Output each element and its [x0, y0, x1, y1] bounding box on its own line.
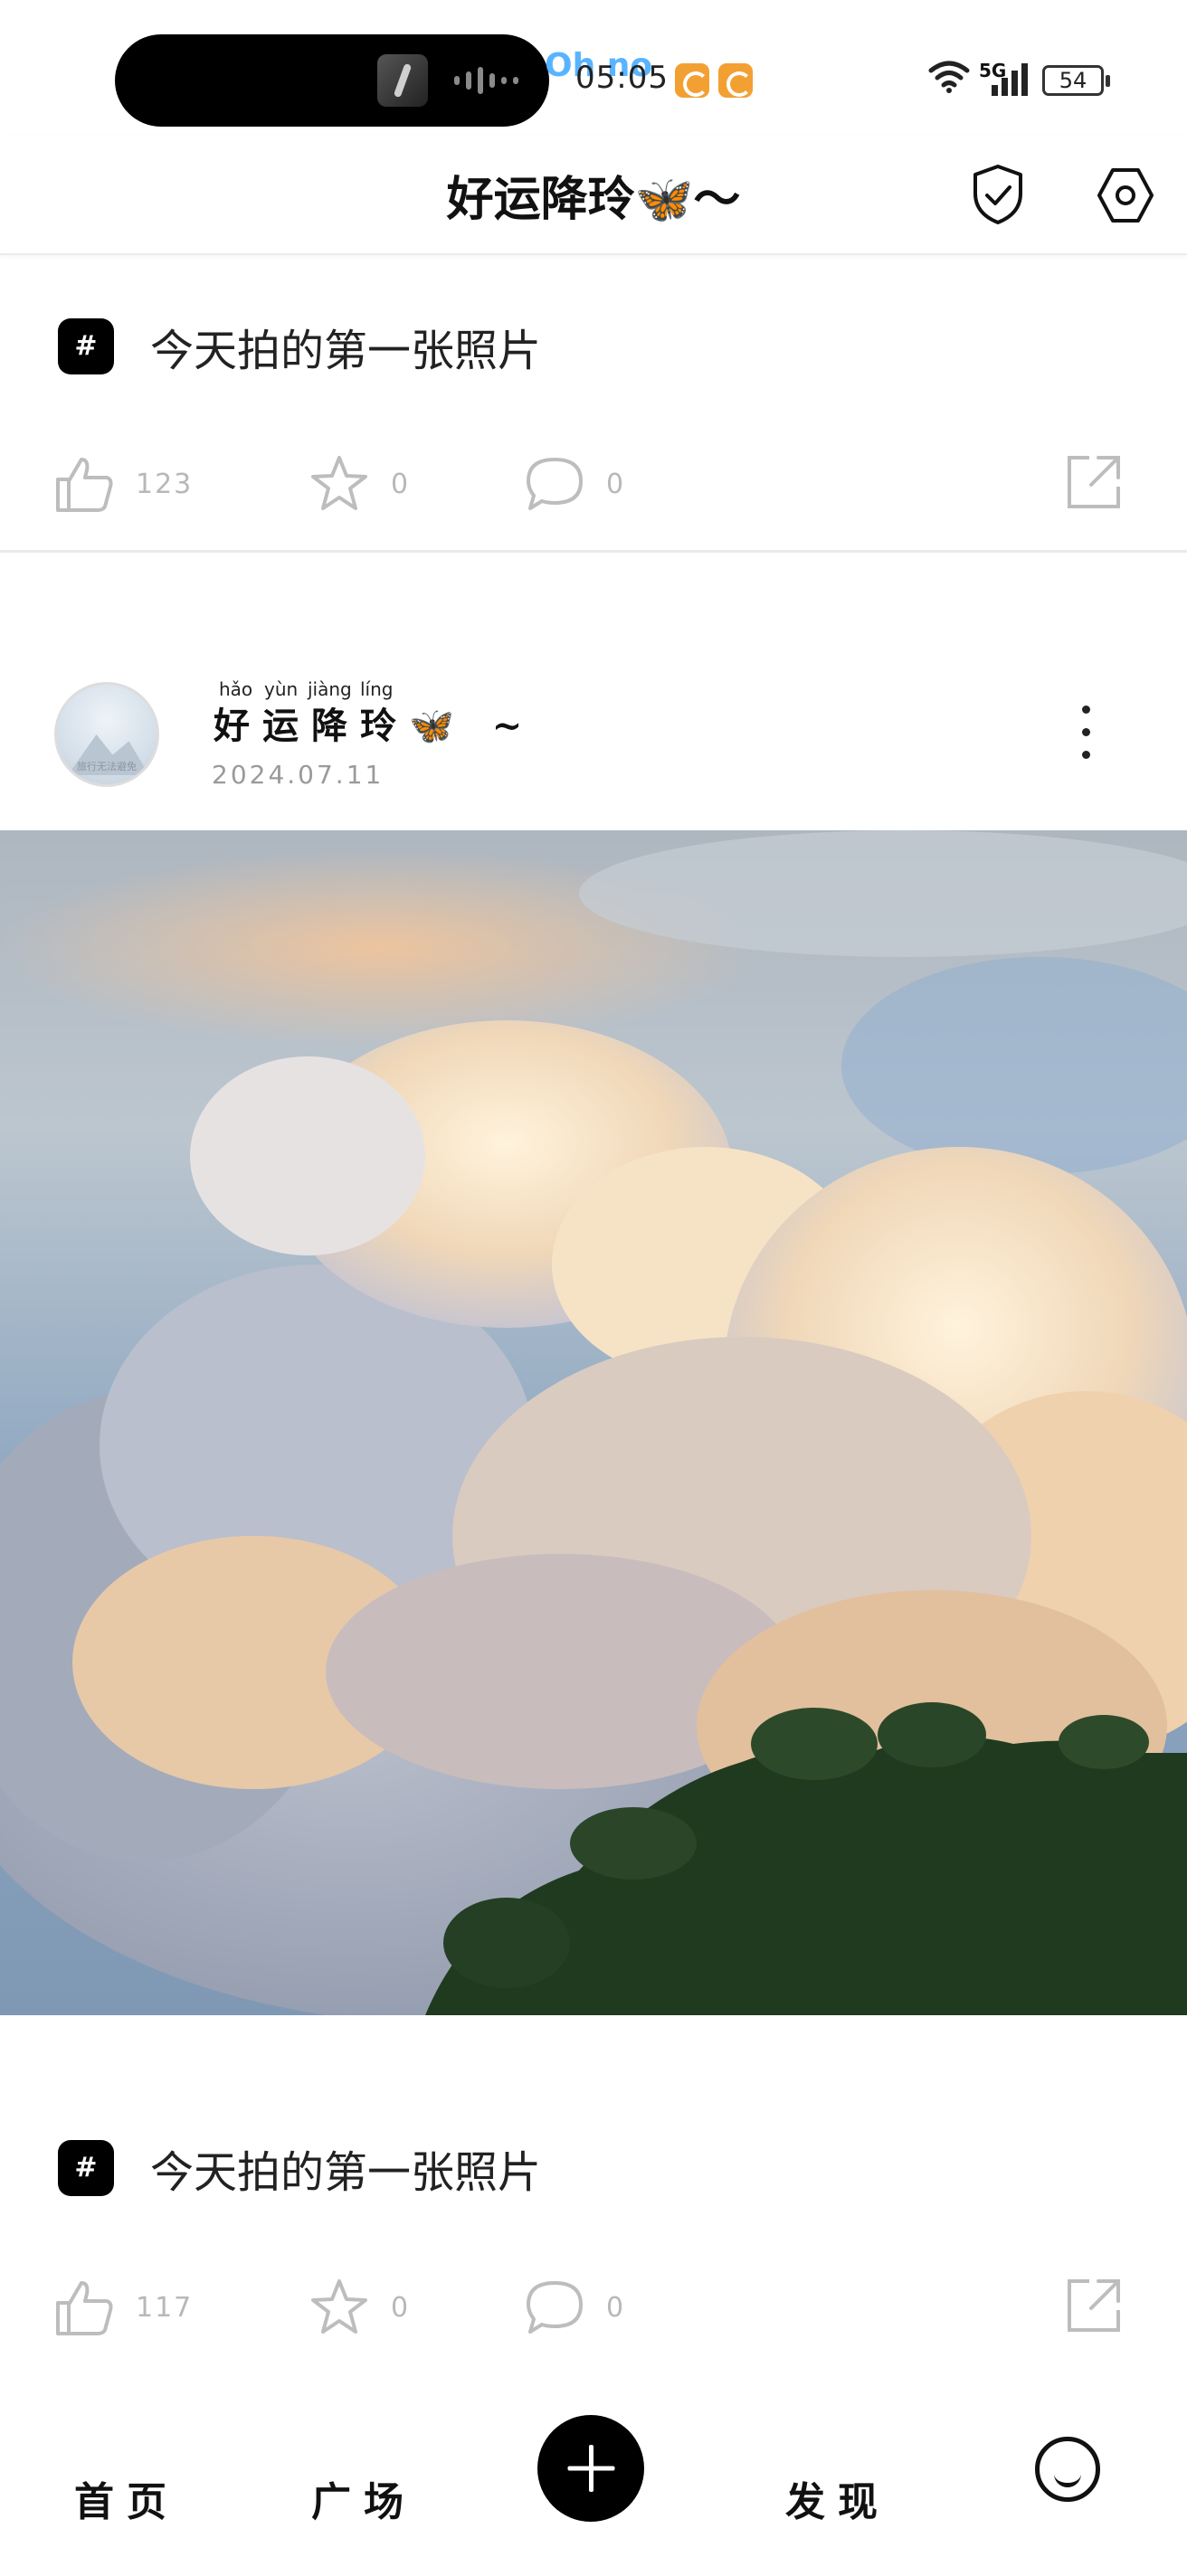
post-author-row: 旅行无法避免 hǎo yùn jiàng líng 好运降玲🦋 ~ 2024.0…: [0, 669, 1187, 805]
nav-discover[interactable]: 发现: [785, 2469, 890, 2527]
topic-hash-badge: #: [58, 2140, 114, 2196]
like-button[interactable]: 123: [52, 452, 193, 516]
audio-wave-icon: [454, 67, 518, 94]
author-name[interactable]: 好运降玲🦋 ~: [214, 696, 535, 749]
comment-button[interactable]: 0: [523, 2276, 625, 2339]
favorite-button[interactable]: 0: [308, 452, 410, 516]
post-date: 2024.07.11: [212, 760, 385, 790]
like-button[interactable]: 117: [52, 2276, 193, 2339]
dynamic-island[interactable]: [115, 34, 549, 127]
nav-home[interactable]: 首页: [74, 2469, 179, 2527]
status-time: 05:05: [575, 60, 669, 96]
avatar[interactable]: 旅行无法避免: [54, 682, 159, 787]
shield-check-icon[interactable]: [970, 163, 1026, 226]
topic-hash-badge: #: [58, 318, 114, 374]
comment-bubble-icon: [527, 458, 583, 510]
favorite-count: 0: [391, 2291, 411, 2324]
star-icon: [311, 2279, 367, 2334]
profile-smile-icon[interactable]: [1035, 2437, 1100, 2502]
topic-text: 今天拍的第一张照片: [150, 2147, 542, 2198]
like-count: 117: [136, 2291, 194, 2324]
topic-text: 今天拍的第一张照片: [150, 326, 542, 376]
signal-bars-icon: [992, 62, 1028, 96]
comment-count: 0: [606, 468, 626, 500]
post-actions: 117 0 0: [0, 2276, 1187, 2366]
post-topic[interactable]: # 今天拍的第一张照片: [58, 2136, 541, 2200]
battery-icon: 54: [1042, 65, 1110, 96]
thumbs-up-icon: [56, 458, 113, 512]
wifi-icon: [928, 61, 970, 93]
top-header: 好运降玲🦋～: [0, 136, 1187, 255]
post-topic[interactable]: # 今天拍的第一张照片: [58, 315, 541, 378]
star-icon: [311, 456, 367, 510]
favorite-button[interactable]: 0: [308, 2276, 410, 2339]
comment-count: 0: [606, 2291, 626, 2324]
comment-button[interactable]: 0: [523, 452, 625, 516]
app-notification-icon: [675, 63, 709, 98]
app-notification-icon: [718, 63, 753, 98]
comment-bubble-icon: [527, 2281, 583, 2334]
post-photo[interactable]: [0, 830, 1187, 2015]
music-thumbnail: [377, 54, 428, 107]
add-post-button[interactable]: [537, 2415, 644, 2522]
share-icon[interactable]: [1064, 452, 1124, 512]
favorite-count: 0: [391, 468, 411, 500]
post-actions: 123 0 0: [0, 452, 1187, 543]
like-count: 123: [136, 468, 194, 500]
avatar-text: 旅行无法避免: [77, 761, 137, 772]
more-options-icon[interactable]: [1077, 706, 1095, 772]
nav-square[interactable]: 广场: [311, 2469, 416, 2527]
settings-hexagon-icon[interactable]: [1095, 165, 1156, 226]
thumbs-up-icon: [56, 2281, 113, 2335]
bottom-nav: 首页 广场 发现: [0, 2388, 1187, 2576]
status-bar: Oh no 05:05 5G 54: [0, 0, 1187, 136]
post-divider: [0, 550, 1187, 553]
share-icon[interactable]: [1064, 2276, 1124, 2335]
